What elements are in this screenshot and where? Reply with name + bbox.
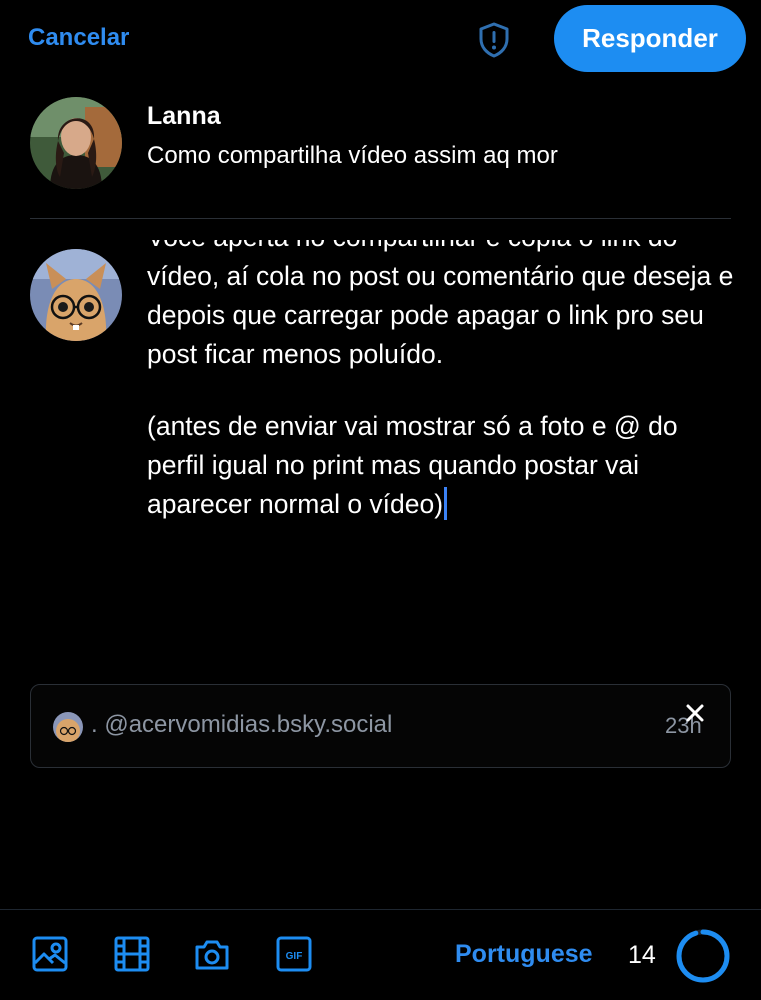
- parent-post-text: Como compartilha vídeo assim aq mor: [147, 142, 558, 169]
- reply-paragraph-2: (antes de enviar vai mostrar só a foto e…: [147, 407, 737, 524]
- embed-avatar: [53, 712, 83, 742]
- embed-handle-text: @acervomidias.bsky.social: [104, 711, 393, 738]
- image-icon[interactable]: [31, 935, 69, 973]
- toolbar-divider: [0, 909, 761, 910]
- embed-card[interactable]: . @acervomidias.bsky.social 23h: [30, 684, 731, 768]
- svg-text:GIF: GIF: [286, 951, 303, 962]
- reply-paragraph-2-text: (antes de enviar vai mostrar só a foto e…: [147, 411, 678, 519]
- camera-icon[interactable]: [193, 935, 231, 973]
- text-caret: [444, 487, 448, 520]
- parent-author-avatar: [30, 97, 122, 189]
- reply-text-editor[interactable]: Você aperta no compartilhar e copia o li…: [147, 240, 737, 590]
- character-limit-ring: [676, 929, 730, 983]
- reply-button[interactable]: Responder: [554, 5, 746, 72]
- close-icon[interactable]: [683, 701, 707, 725]
- shield-alert-icon[interactable]: [474, 20, 514, 60]
- embed-handle: . @acervomidias.bsky.social: [91, 711, 392, 739]
- composer-avatar: [30, 249, 122, 341]
- character-count: 14: [628, 941, 656, 969]
- language-selector[interactable]: Portuguese: [455, 940, 593, 969]
- parent-author-name: Lanna: [147, 102, 221, 130]
- video-icon[interactable]: [113, 935, 151, 973]
- divider: [30, 218, 731, 219]
- cancel-button[interactable]: Cancelar: [28, 24, 129, 52]
- reply-paragraph-1: Você aperta no compartilhar e copia o li…: [147, 240, 734, 369]
- gif-icon[interactable]: GIF: [275, 935, 313, 973]
- embed-separator: .: [91, 711, 98, 738]
